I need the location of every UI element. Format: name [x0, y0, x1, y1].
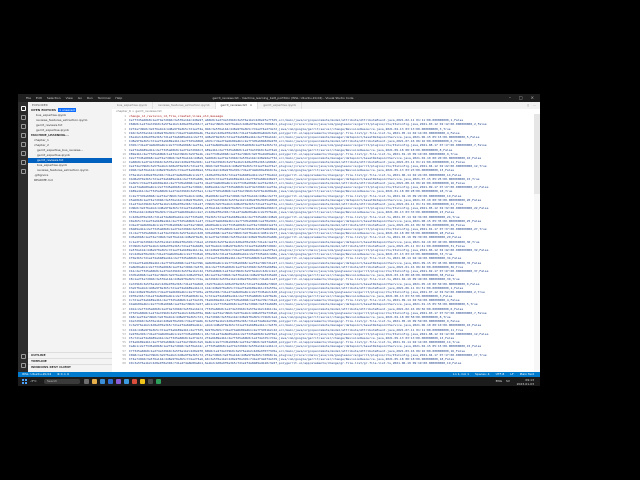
- open-editors-list: bus_expertise.ipynb reviews_features_extr…: [28, 113, 112, 133]
- taskbar-apps: [84, 379, 161, 384]
- edge-icon[interactable]: [100, 379, 105, 384]
- run-debug-icon[interactable]: [20, 133, 26, 138]
- maximize-icon[interactable]: □: [519, 95, 523, 100]
- desktop-screen: File Edit Selection View Go Run Terminal…: [18, 94, 540, 386]
- excel-icon[interactable]: [156, 379, 161, 384]
- search-icon[interactable]: [20, 115, 26, 120]
- tab-reviews-features[interactable]: reviews_features_extraction.ipynb: [153, 102, 216, 109]
- file-tree-item[interactable]: README.md: [28, 178, 112, 183]
- account-icon[interactable]: [20, 354, 26, 359]
- jupyter-icon[interactable]: [20, 169, 26, 174]
- tab-bus-expertise[interactable]: bus_expertise.ipynb: [112, 102, 154, 109]
- tab-gerrit-reviews[interactable]: gerrit_reviews.txt ×: [215, 102, 259, 109]
- teams-icon[interactable]: [116, 379, 121, 384]
- taskbar-search[interactable]: Search: [44, 379, 80, 384]
- source-control-icon[interactable]: [20, 124, 26, 129]
- rest-client-section[interactable]: WINDOWS REST CLIENT: [28, 364, 112, 370]
- menu-terminal[interactable]: Terminal: [98, 96, 111, 100]
- clock-date: 2023-01-03: [516, 381, 534, 386]
- tab-label: gerrit_reviews.txt: [220, 103, 247, 107]
- unsaved-badge: 1 unsaved: [58, 108, 76, 112]
- editor-tabs: bus_expertise.ipynb reviews_features_ext…: [112, 102, 540, 109]
- tab-label: reviews_features_extraction.ipynb: [158, 103, 210, 107]
- close-tab-icon[interactable]: ×: [250, 103, 253, 107]
- minimap-slider[interactable]: [534, 114, 540, 194]
- remote-explorer-icon[interactable]: [20, 151, 26, 156]
- taskbar-clock[interactable]: 09:13 2023-01-03: [517, 378, 534, 386]
- file-tree: chapter_1 chapter_2 gerrit_expertise_bus_r…: [28, 138, 112, 183]
- close-icon[interactable]: ×: [531, 95, 534, 100]
- activity-bar: [18, 102, 28, 372]
- tab-label: gerrit_expertise.ipynb: [263, 103, 297, 107]
- outlook-icon[interactable]: [108, 379, 113, 384]
- menu-selection[interactable]: Selection: [47, 96, 61, 100]
- editor-actions: ▯ …: [527, 102, 540, 109]
- menu-file[interactable]: File: [26, 96, 31, 100]
- window-title: gerrit_reviews.txt - machine_learning_be…: [212, 96, 354, 100]
- explorer-sidebar: EXPLORER OPEN EDITORS 1 unsaved bus_exper…: [28, 102, 112, 372]
- terminal-icon[interactable]: [148, 379, 153, 384]
- windows-start-icon[interactable]: [22, 379, 27, 384]
- line-number: 60: [122, 361, 126, 366]
- menu-run[interactable]: Run: [87, 96, 93, 100]
- activity-bar-bottom: [18, 350, 28, 368]
- language-indicator[interactable]: ENG: [496, 377, 502, 386]
- task-view-icon[interactable]: [84, 379, 89, 384]
- open-editors-label: OPEN EDITORS: [31, 108, 57, 112]
- menu-bar: File Edit Selection View Go Run Terminal…: [26, 96, 122, 100]
- window-controls: – □ ×: [509, 95, 534, 100]
- text-editor[interactable]: 1 change_id,revision_id,file,created,line…: [112, 114, 534, 372]
- menu-go[interactable]: Go: [78, 96, 82, 100]
- menu-view[interactable]: View: [66, 96, 73, 100]
- chrome-icon[interactable]: [140, 379, 145, 384]
- sidebar-bottom-sections: OUTLINE TIMELINE WINDOWS REST CLIENT: [28, 352, 112, 370]
- system-tray: ENG SV: [496, 377, 510, 386]
- weather-widget[interactable]: -3°C: [30, 377, 37, 386]
- file-explorer-icon[interactable]: [92, 379, 97, 384]
- more-actions-icon[interactable]: …: [533, 102, 536, 109]
- tab-gerrit-expertise[interactable]: gerrit_expertise.ipynb: [258, 102, 303, 109]
- tab-label: bus_expertise.ipynb: [117, 103, 148, 107]
- vscode-icon[interactable]: [124, 379, 129, 384]
- split-editor-icon[interactable]: ▯: [527, 102, 529, 109]
- testing-icon[interactable]: [20, 160, 26, 165]
- title-bar: File Edit Selection View Go Run Terminal…: [18, 94, 540, 102]
- minimize-icon[interactable]: –: [509, 95, 511, 100]
- explorer-icon[interactable]: [20, 106, 26, 111]
- extensions-icon[interactable]: [20, 142, 26, 147]
- windows-taskbar: -3°C Search ENG SV 09:13 2023-01-03: [18, 377, 540, 386]
- line-text: I0c3e5f6a1b2c4d8e9f0a3b5c7d1e2f4a6b89a4b…: [129, 361, 462, 366]
- powerpoint-icon[interactable]: [132, 379, 137, 384]
- keyboard-indicator[interactable]: SV: [506, 377, 510, 386]
- gear-icon[interactable]: [20, 363, 26, 368]
- editor-line: 60 I0c3e5f6a1b2c4d8e9f0a3b5c7d1e2f4a6b89a…: [112, 361, 534, 365]
- menu-edit[interactable]: Edit: [36, 96, 42, 100]
- menu-help[interactable]: Help: [115, 96, 122, 100]
- minimap[interactable]: [534, 114, 540, 372]
